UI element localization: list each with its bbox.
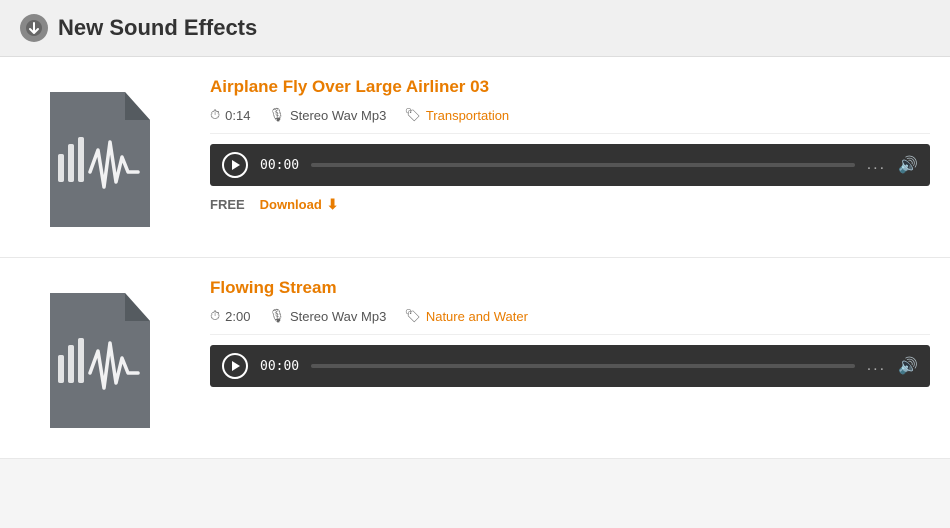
clock-icon: ⏱	[210, 308, 220, 324]
time-display: 00:00	[260, 158, 299, 173]
tag-icon: 🏷	[404, 308, 421, 324]
duration-value: 0:14	[225, 108, 250, 123]
mic-icon: 🎙	[268, 107, 285, 123]
format-value: Stereo Wav Mp3	[290, 309, 386, 324]
progress-bar[interactable]	[311, 163, 855, 167]
sound-meta: ⏱ 0:14 🎙 Stereo Wav Mp3 🏷 Transportation	[210, 107, 930, 134]
tag-icon: 🏷	[404, 107, 421, 123]
sound-footer: FREE Download ⬇	[210, 196, 930, 213]
volume-button[interactable]: 🔊	[898, 155, 918, 175]
audio-player: 00:00 ... 🔊	[210, 144, 930, 186]
time-display: 00:00	[260, 359, 299, 374]
format-value: Stereo Wav Mp3	[290, 108, 386, 123]
play-button[interactable]	[222, 353, 248, 379]
tag-meta: 🏷 Transportation	[404, 107, 509, 123]
clock-icon: ⏱	[210, 107, 220, 123]
mic-icon: 🎙	[268, 308, 285, 324]
player-options[interactable]: ...	[867, 357, 886, 375]
download-link[interactable]: Download ⬇	[260, 196, 339, 213]
duration-meta: ⏱ 0:14	[210, 107, 250, 123]
sound-thumbnail	[20, 77, 180, 237]
sound-list: Airplane Fly Over Large Airliner 03 ⏱ 0:…	[0, 57, 950, 459]
sound-item: Airplane Fly Over Large Airliner 03 ⏱ 0:…	[0, 57, 950, 258]
download-label: Download	[260, 197, 322, 212]
sound-item: Flowing Stream ⏱ 2:00 🎙 Stereo Wav Mp3 🏷…	[0, 258, 950, 459]
page-title: New Sound Effects	[58, 15, 257, 41]
sound-title[interactable]: Airplane Fly Over Large Airliner 03	[210, 77, 930, 97]
format-meta: 🎙 Stereo Wav Mp3	[268, 107, 386, 123]
sound-meta: ⏱ 2:00 🎙 Stereo Wav Mp3 🏷 Nature and Wat…	[210, 308, 930, 335]
download-icon: ⬇	[327, 196, 339, 213]
volume-button[interactable]: 🔊	[898, 356, 918, 376]
play-button[interactable]	[222, 152, 248, 178]
duration-meta: ⏱ 2:00	[210, 308, 250, 324]
sound-content: Flowing Stream ⏱ 2:00 🎙 Stereo Wav Mp3 🏷…	[210, 278, 930, 387]
audio-player: 00:00 ... 🔊	[210, 345, 930, 387]
tag-link[interactable]: Nature and Water	[426, 309, 528, 324]
page-header: New Sound Effects	[0, 0, 950, 57]
progress-bar[interactable]	[311, 364, 855, 368]
player-options[interactable]: ...	[867, 156, 886, 174]
header-icon	[20, 14, 48, 42]
sound-thumbnail	[20, 278, 180, 438]
tag-link[interactable]: Transportation	[426, 108, 509, 123]
price-badge: FREE	[210, 197, 245, 212]
sound-title[interactable]: Flowing Stream	[210, 278, 930, 298]
duration-value: 2:00	[225, 309, 250, 324]
format-meta: 🎙 Stereo Wav Mp3	[268, 308, 386, 324]
tag-meta: 🏷 Nature and Water	[404, 308, 528, 324]
sound-content: Airplane Fly Over Large Airliner 03 ⏱ 0:…	[210, 77, 930, 213]
